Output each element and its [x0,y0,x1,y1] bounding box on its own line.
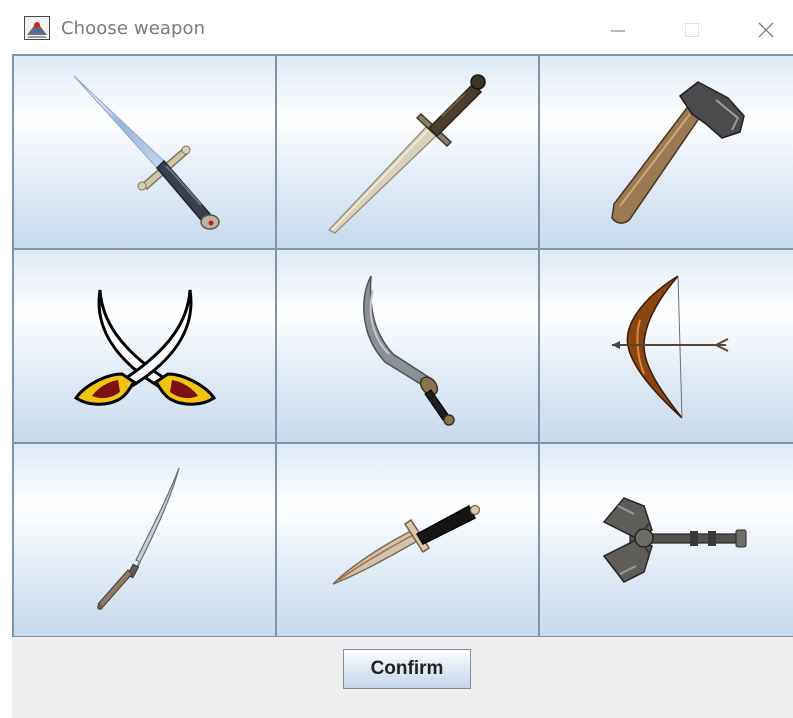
weapon-button-axe[interactable] [540,56,793,248]
dagger-icon [332,504,481,585]
close-icon[interactable] [744,10,788,50]
weapon-grid [12,54,793,637]
scimitar-icon [363,275,455,426]
longsword-icon [73,75,220,230]
weapon-button-longsword[interactable] [14,56,275,248]
minimize-icon[interactable] [596,10,640,50]
title-bar[interactable]: Choose weapon [0,0,793,56]
weapon-button-gladius[interactable] [277,56,538,248]
axe-icon [611,81,745,224]
battle-axe-icon [602,497,747,583]
confirm-button[interactable]: Confirm [343,649,471,689]
bow-and-arrow-icon [612,275,729,419]
maximize-icon[interactable] [670,10,714,50]
gladius-icon [328,74,486,234]
weapon-button-battle-axe[interactable] [540,444,793,636]
weapon-button-dagger[interactable] [277,444,538,636]
weapon-button-katana[interactable] [14,444,275,636]
choose-weapon-window: Choose weapon Confirm [0,0,793,718]
weapon-button-bow[interactable] [540,250,793,442]
weapon-button-crossed-sabres[interactable] [14,250,275,442]
window-title: Choose weapon [61,18,206,39]
katana-icon [97,467,180,610]
crossed-sabres-icon [73,289,217,406]
java-app-icon [24,16,50,40]
weapon-button-scimitar[interactable] [277,250,538,442]
